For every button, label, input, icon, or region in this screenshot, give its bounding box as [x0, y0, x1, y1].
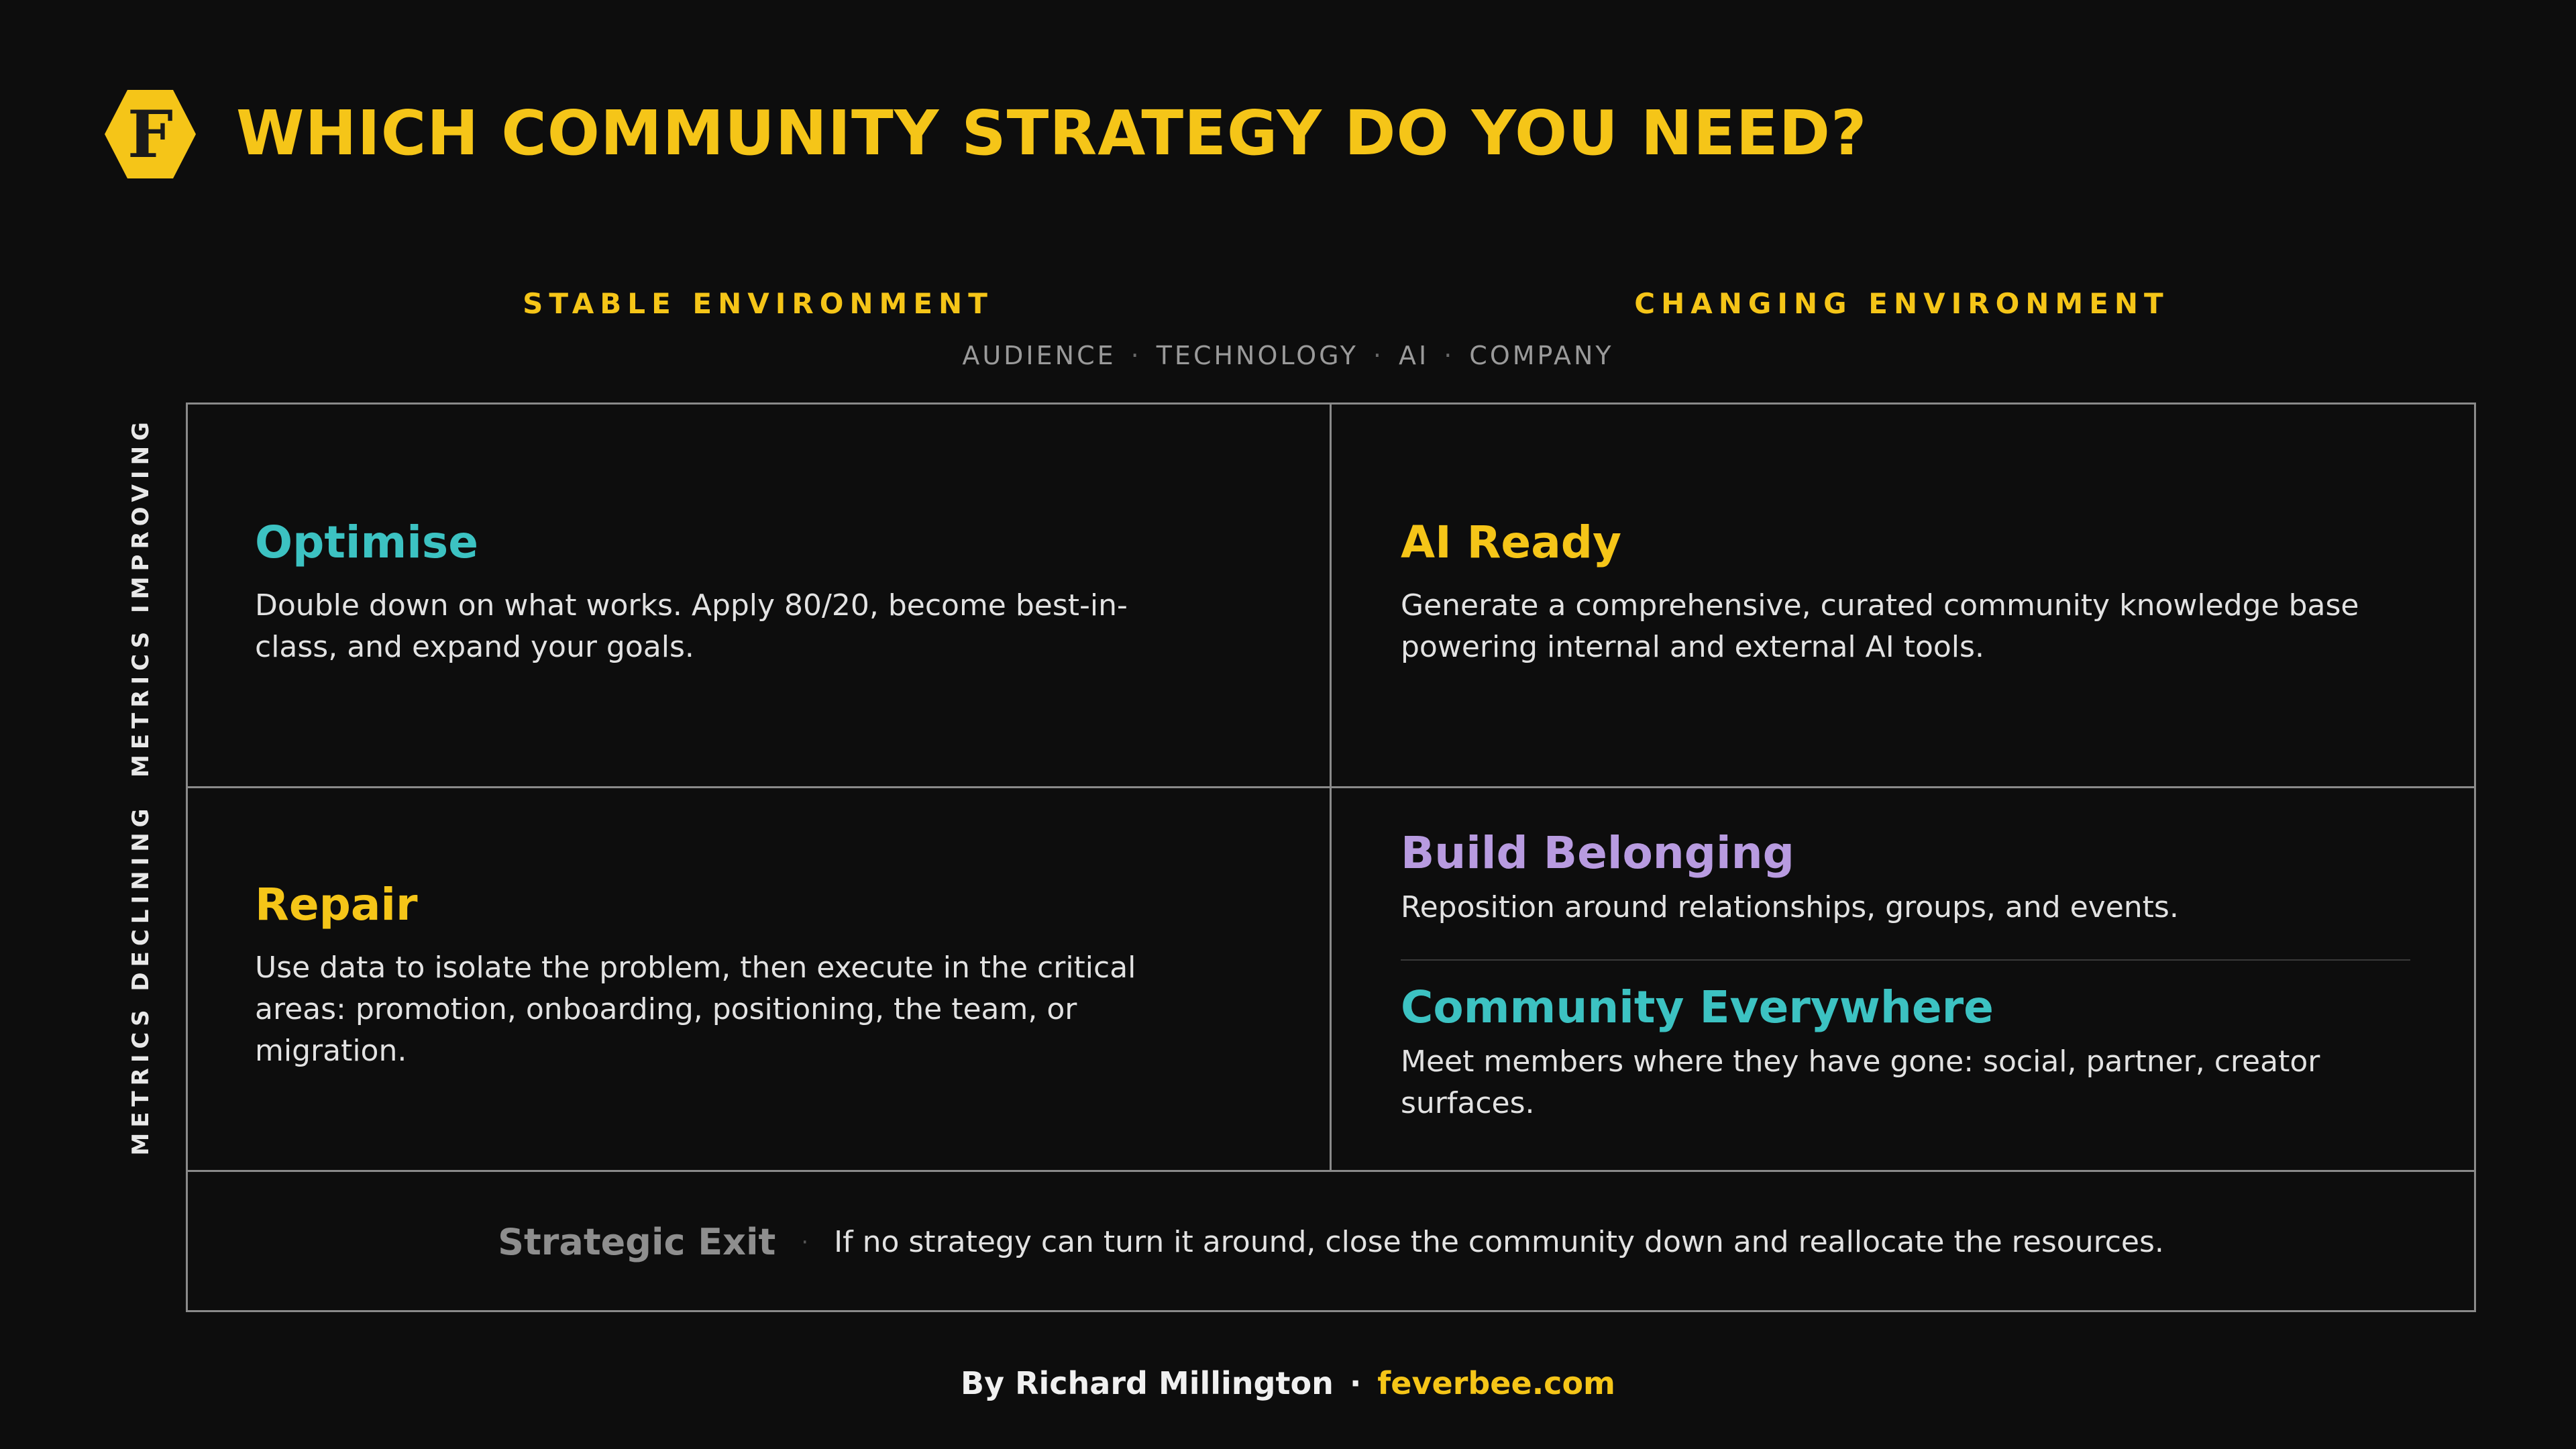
exit-separator: ·: [801, 1228, 809, 1256]
quadrant-desc-repair: Use data to isolate the problem, then ex…: [255, 951, 1136, 1068]
column-header-stable: STABLE ENVIRONMENT: [523, 287, 994, 320]
logo-letter: F: [127, 97, 173, 172]
feverbee-logo-icon: F: [103, 87, 197, 181]
footer-site-link[interactable]: feverbee.com: [1377, 1365, 1615, 1401]
row-label-metrics-improving: METRICS IMPROVING: [127, 417, 154, 777]
grid-divider-vertical: [1330, 402, 1332, 1172]
factor-ai: AI: [1398, 341, 1430, 370]
footer-separator: ·: [1349, 1365, 1362, 1401]
exit-title: Strategic Exit: [498, 1221, 776, 1263]
factor-technology: TECHNOLOGY: [1156, 341, 1358, 370]
quadrant-inner-divider: [1401, 959, 2410, 961]
quadrant-title-optimise: Optimise: [255, 517, 478, 568]
factor-separator: ·: [1373, 341, 1384, 370]
footer: By Richard Millington · feverbee.com: [0, 1365, 2576, 1401]
column-header-changing: CHANGING ENVIRONMENT: [1634, 287, 2169, 320]
quadrant-desc-ai-ready: Generate a comprehensive, curated commun…: [1401, 588, 2359, 664]
quadrant-title-community-everywhere: Community Everywhere: [1401, 981, 1994, 1033]
page-title: WHICH COMMUNITY STRATEGY DO YOU NEED?: [236, 97, 1868, 169]
exit-description: If no strategy can turn it around, close…: [834, 1225, 2164, 1259]
quadrant-title-repair: Repair: [255, 879, 418, 930]
quadrant-title-ai-ready: AI Ready: [1401, 517, 1622, 568]
strategic-exit-row: Strategic Exit · If no strategy can turn…: [186, 1172, 2476, 1312]
quadrant-desc-build-belonging: Reposition around relationships, groups,…: [1401, 890, 2179, 924]
environment-factors: AUDIENCE · TECHNOLOGY · AI · COMPANY: [0, 341, 2576, 370]
quadrant-title-build-belonging: Build Belonging: [1401, 827, 1794, 879]
factor-separator: ·: [1444, 341, 1455, 370]
row-label-metrics-declining: METRICS DECLINING: [127, 803, 154, 1156]
quadrant-desc-community-everywhere: Meet members where they have gone: socia…: [1401, 1044, 2320, 1120]
factor-company: COMPANY: [1469, 341, 1614, 370]
footer-author: By Richard Millington: [961, 1365, 1334, 1401]
factor-separator: ·: [1130, 341, 1142, 370]
factor-audience: AUDIENCE: [962, 341, 1116, 370]
quadrant-desc-optimise: Double down on what works. Apply 80/20, …: [255, 588, 1128, 664]
